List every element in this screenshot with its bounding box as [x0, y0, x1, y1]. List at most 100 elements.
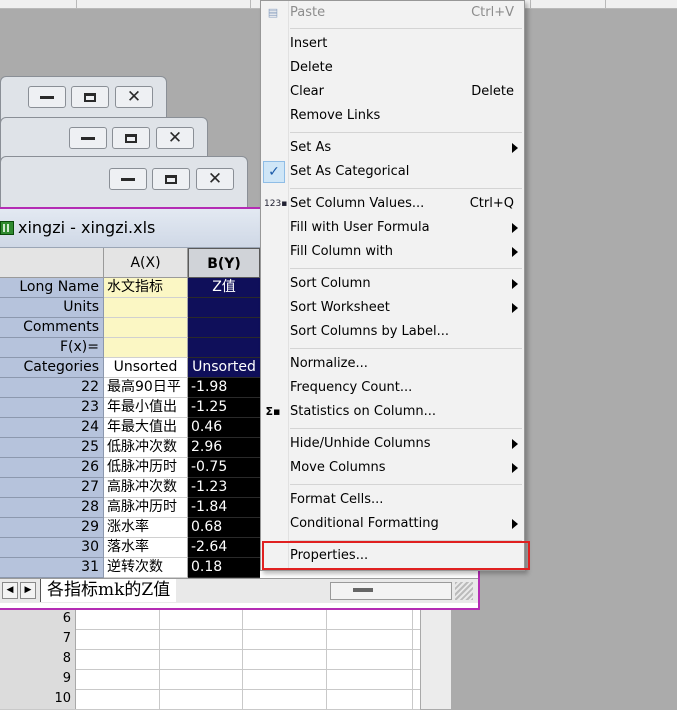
cell-a[interactable]: 高脉冲次数 [104, 478, 188, 498]
column-header-a[interactable]: A(X) [104, 248, 188, 278]
menu-item-set-as[interactable]: Set As [261, 136, 524, 160]
column-header-b[interactable]: B(Y) [188, 248, 260, 278]
row-number[interactable]: 31 [0, 558, 104, 578]
row-number[interactable]: 23 [0, 398, 104, 418]
cell-b[interactable] [188, 298, 260, 318]
row-number[interactable]: 29 [0, 518, 104, 538]
row-label[interactable]: Units [0, 298, 104, 318]
cell-a[interactable]: 最高90日平 [104, 378, 188, 398]
cell-b[interactable]: -1.84 [188, 498, 260, 518]
menu-separator [290, 348, 522, 349]
menu-item-frequency-count[interactable]: Frequency Count... [261, 376, 524, 400]
row-number[interactable]: 22 [0, 378, 104, 398]
cell-b[interactable]: Z值 [188, 278, 260, 298]
cell-b[interactable]: 2.96 [188, 438, 260, 458]
row-number[interactable]: 9 [0, 669, 76, 689]
back-vertical-scrollbar[interactable] [420, 605, 451, 709]
row-number[interactable]: 7 [0, 629, 76, 649]
worksheet-title: xingzi - xingzi.xls [18, 218, 156, 237]
cell-a[interactable]: 水文指标 [104, 278, 188, 298]
menu-item-normalize[interactable]: Normalize... [261, 352, 524, 376]
menu-item-move-columns[interactable]: Move Columns [261, 456, 524, 480]
back-worksheet-grid[interactable]: 6 7 8 9 10 [0, 605, 421, 710]
row-label[interactable]: F(x)= [0, 338, 104, 358]
cell-a[interactable]: 落水率 [104, 538, 188, 558]
row-number[interactable]: 30 [0, 538, 104, 558]
minimize-button[interactable] [69, 127, 107, 149]
next-sheet-button[interactable]: ▶ [20, 582, 36, 599]
sheet-tab[interactable]: 各指标mk的Z值 [40, 579, 177, 602]
cell-b[interactable]: -1.98 [188, 378, 260, 398]
horizontal-scrollbar[interactable] [330, 582, 452, 600]
menu-item-sort-worksheet[interactable]: Sort Worksheet [261, 296, 524, 320]
menu-item-sort-columns-by-label[interactable]: Sort Columns by Label... [261, 320, 524, 344]
row-number[interactable]: 27 [0, 478, 104, 498]
cell-b[interactable] [188, 338, 260, 358]
cell-a[interactable]: 高脉冲历时 [104, 498, 188, 518]
row-label[interactable]: Comments [0, 318, 104, 338]
cell-b[interactable]: -0.75 [188, 458, 260, 478]
menu-item-set-as-categorical[interactable]: ✓ Set As Categorical [261, 160, 524, 184]
row-number[interactable]: 26 [0, 458, 104, 478]
row-number[interactable]: 10 [0, 689, 76, 709]
maximize-button[interactable] [71, 86, 109, 108]
minimize-button[interactable] [28, 86, 66, 108]
menu-item-sort-column[interactable]: Sort Column [261, 272, 524, 296]
menu-item-clear[interactable]: Clear Delete [261, 80, 524, 104]
cell-a[interactable]: Unsorted [104, 358, 188, 378]
menu-item-hide-unhide-columns[interactable]: Hide/Unhide Columns [261, 432, 524, 456]
cell-a[interactable]: 年最大值出 [104, 418, 188, 438]
cell-b[interactable]: -1.23 [188, 478, 260, 498]
cell-a[interactable] [104, 298, 188, 318]
table-row: 7 [0, 629, 420, 650]
cell-b[interactable]: Unsorted [188, 358, 260, 378]
row-label[interactable]: Categories [0, 358, 104, 378]
row-label[interactable]: Long Name [0, 278, 104, 298]
submenu-arrow-icon [512, 519, 518, 529]
scroll-thumb[interactable] [353, 588, 373, 592]
cell-b[interactable]: 0.68 [188, 518, 260, 538]
row-number[interactable]: 6 [0, 609, 76, 629]
menu-item-fill-with-user-formula[interactable]: Fill with User Formula [261, 216, 524, 240]
resize-grip[interactable] [455, 582, 473, 600]
row-number[interactable]: 8 [0, 649, 76, 669]
cell-b[interactable]: -2.64 [188, 538, 260, 558]
menu-item-paste[interactable]: ▤ Paste Ctrl+V [261, 1, 524, 25]
cell-a[interactable]: 低脉冲次数 [104, 438, 188, 458]
row-number[interactable]: 25 [0, 438, 104, 458]
cell-a[interactable] [104, 338, 188, 358]
cell-b[interactable]: 0.18 [188, 558, 260, 578]
cell-b[interactable] [188, 318, 260, 338]
corner-header[interactable] [0, 248, 104, 278]
close-button[interactable]: ✕ [115, 86, 153, 108]
close-icon: ✕ [167, 127, 183, 148]
menu-item-set-column-values[interactable]: 123▪ Set Column Values... Ctrl+Q [261, 192, 524, 216]
menu-item-delete[interactable]: Delete [261, 56, 524, 80]
menu-item-statistics-on-column[interactable]: Σ▪ Statistics on Column... [261, 400, 524, 424]
cell-a[interactable]: 逆转次数 [104, 558, 188, 578]
close-button[interactable]: ✕ [156, 127, 194, 149]
cell-a[interactable]: 年最小值出 [104, 398, 188, 418]
maximize-button[interactable] [112, 127, 150, 149]
prev-sheet-button[interactable]: ◀ [2, 582, 18, 599]
minimize-button[interactable] [109, 168, 147, 190]
set-values-icon: 123▪ [264, 199, 288, 209]
menu-item-insert[interactable]: Insert [261, 32, 524, 56]
cell-a[interactable]: 低脉冲历时 [104, 458, 188, 478]
menu-item-fill-column-with[interactable]: Fill Column with [261, 240, 524, 264]
menu-item-conditional-formatting[interactable]: Conditional Formatting [261, 512, 524, 536]
cell-b[interactable]: 0.46 [188, 418, 260, 438]
menu-item-format-cells[interactable]: Format Cells... [261, 488, 524, 512]
submenu-arrow-icon [512, 247, 518, 257]
menu-separator [290, 428, 522, 429]
cell-a[interactable]: 涨水率 [104, 518, 188, 538]
cell-a[interactable] [104, 318, 188, 338]
menu-separator [290, 268, 522, 269]
menu-item-remove-links[interactable]: Remove Links [261, 104, 524, 128]
close-button[interactable]: ✕ [196, 168, 234, 190]
maximize-button[interactable] [152, 168, 190, 190]
cell-b[interactable]: -1.25 [188, 398, 260, 418]
row-number[interactable]: 28 [0, 498, 104, 518]
sheet-tab-bar: ◀ ▶ 各指标mk的Z值 [0, 578, 478, 603]
row-number[interactable]: 24 [0, 418, 104, 438]
